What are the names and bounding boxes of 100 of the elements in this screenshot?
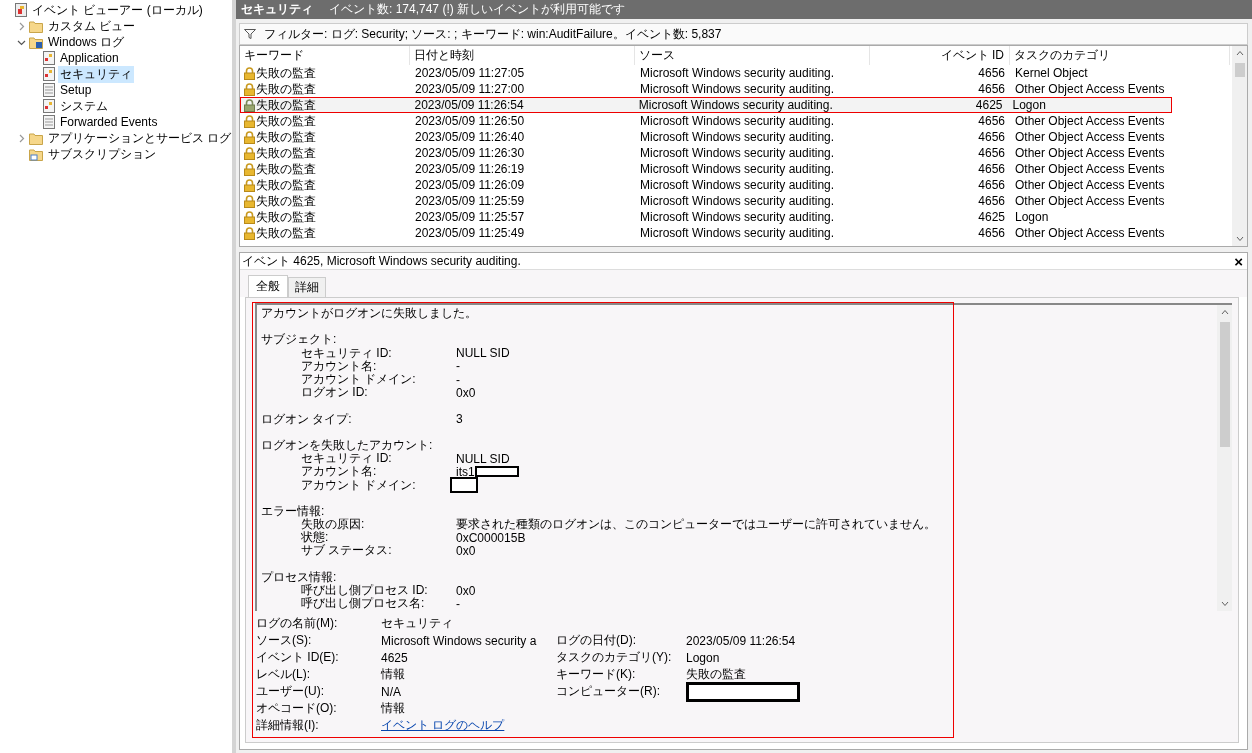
table-cell-text: Other Object Access Events <box>1014 162 1166 176</box>
table-cell-text: Microsoft Windows security auditing. <box>639 66 836 80</box>
table-cell-text: Other Object Access Events <box>1014 114 1166 128</box>
field-label: 呼び出し側プロセス名: <box>301 596 426 611</box>
field-value: 3 <box>456 412 463 427</box>
table-cell-text: Logon <box>1014 210 1050 224</box>
field-value: 0x0 <box>456 543 476 558</box>
table-cell-text: Microsoft Windows security auditing. <box>639 130 836 144</box>
table-cell: 失敗の監査 <box>256 80 316 98</box>
tree-item[interactable]: アプリケーションとサービス ログ <box>46 129 234 147</box>
scroll-down-icon[interactable] <box>1220 601 1229 607</box>
table-cell-text: 4656 <box>977 114 1006 128</box>
property-value: 失敗の監査 <box>686 666 746 683</box>
event-row[interactable]: 失敗の監査 2023/05/09 11:26:54 Microsoft Windows security auditing. 4625 Logon <box>240 97 1172 113</box>
scrollbar[interactable] <box>1217 305 1232 611</box>
table-cell-text: Logon <box>1011 98 1047 112</box>
scroll-thumb[interactable] <box>1234 63 1245 77</box>
tree-item[interactable]: Setup <box>58 83 94 97</box>
table-cell-text: 4656 <box>977 178 1006 192</box>
field-label: サブ ステータス: <box>301 543 393 560</box>
table-cell-text: Other Object Access Events <box>1014 146 1166 160</box>
property-label: オペコード(O): <box>256 700 338 717</box>
section-title: サブジェクト: <box>261 331 338 348</box>
document-icon <box>43 115 55 129</box>
close-button[interactable]: × <box>1230 254 1247 268</box>
property-label: レベル(L): <box>256 666 311 683</box>
table-cell-text: 4656 <box>977 194 1006 208</box>
log-file-icon <box>43 67 55 81</box>
table-cell-text: Microsoft Windows security auditing. <box>639 210 836 224</box>
scroll-thumb[interactable] <box>1219 322 1230 447</box>
table-cell-text: Other Object Access Events <box>1014 226 1166 240</box>
table-cell-text: Microsoft Windows security auditing. <box>637 98 834 112</box>
lock-icon <box>244 82 255 96</box>
event-row[interactable]: 失敗の監査 2023/05/09 11:27:00 Microsoft Windows security auditing. 4656 Other Object Access Events <box>240 81 1232 97</box>
table-cell-text: 2023/05/09 11:26:50 <box>414 114 526 128</box>
scroll-down-icon[interactable] <box>1235 236 1244 242</box>
section-title: ログオン タイプ: <box>261 410 353 428</box>
lock-icon <box>244 226 255 240</box>
column-header[interactable]: イベント ID <box>870 46 1010 65</box>
tree-item[interactable]: Forwarded Events <box>58 115 160 129</box>
scroll-up-icon[interactable] <box>1220 309 1229 315</box>
event-row[interactable]: 失敗の監査 2023/05/09 11:26:09 Microsoft Windows security auditing. 4656 Other Object Access Events <box>240 177 1232 193</box>
table-cell: 失敗の監査 <box>256 224 316 242</box>
table-cell-text: 2023/05/09 11:26:30 <box>414 146 526 160</box>
property-label: ユーザー(U): <box>256 683 325 700</box>
tab[interactable]: 全般 <box>248 275 288 297</box>
field-label: アカウント名: <box>301 358 378 374</box>
tree-item[interactable]: Windows ログ <box>46 33 126 51</box>
event-row[interactable]: 失敗の監査 2023/05/09 11:26:19 Microsoft Windows security auditing. 4656 Other Object Access Events <box>240 161 1232 177</box>
table-cell-text: Microsoft Windows security auditing. <box>639 194 836 208</box>
field-value: - <box>456 596 460 611</box>
property-value: N/A <box>381 684 401 699</box>
tree-item[interactable]: セキュリティ <box>58 65 134 83</box>
event-row[interactable]: 失敗の監査 2023/05/09 11:25:59 Microsoft Windows security auditing. 4656 Other Object Access Events <box>240 193 1232 209</box>
property-label: ログの日付(D): <box>556 632 637 649</box>
pane-title: セキュリティ <box>241 1 313 18</box>
tree-item[interactable]: カスタム ビュー <box>46 17 138 35</box>
scroll-up-icon[interactable] <box>1235 50 1244 56</box>
property-value: セキュリティ <box>381 615 453 632</box>
tree-item[interactable]: Application <box>58 51 121 65</box>
scrollbar[interactable] <box>1232 46 1247 246</box>
column-header[interactable]: ソース <box>635 46 870 65</box>
column-header[interactable]: 日付と時刻 <box>410 46 635 65</box>
event-row[interactable]: 失敗の監査 2023/05/09 11:25:57 Microsoft Windows security auditing. 4625 Logon <box>240 209 1232 225</box>
column-header[interactable]: キーワード <box>240 46 410 65</box>
table-cell-text: 2023/05/09 11:27:05 <box>414 66 526 80</box>
table-cell-text: 4625 <box>977 210 1006 224</box>
tree-item[interactable]: イベント ビューアー (ローカル) <box>30 1 205 19</box>
table-cell-text: 2023/05/09 11:25:57 <box>414 210 526 224</box>
property-value: 情報 <box>381 700 405 717</box>
table-cell-text: Microsoft Windows security auditing. <box>639 162 836 176</box>
property-label: タスクのカテゴリ(Y): <box>556 649 673 666</box>
event-row[interactable]: 失敗の監査 2023/05/09 11:26:30 Microsoft Windows security auditing. 4656 Other Object Access Events <box>240 145 1232 161</box>
table-cell-text: Other Object Access Events <box>1014 82 1166 96</box>
event-row[interactable]: 失敗の監査 2023/05/09 11:26:40 Microsoft Windows security auditing. 4656 Other Object Access Events <box>240 129 1232 145</box>
filter-icon <box>244 29 256 39</box>
event-row[interactable]: 失敗の監査 2023/05/09 11:25:49 Microsoft Windows security auditing. 4656 Other Object Access Events <box>240 225 1232 241</box>
lock-icon <box>244 178 255 192</box>
field-value: 0x0 <box>456 583 476 598</box>
event-row[interactable]: 失敗の監査 2023/05/09 11:27:05 Microsoft Windows security auditing. 4656 Kernel Object <box>240 65 1232 81</box>
field-value: its1 <box>456 464 475 479</box>
table-cell-text: Other Object Access Events <box>1014 178 1166 192</box>
table-cell: 失敗の監査 <box>256 128 316 146</box>
event-row[interactable]: 失敗の監査 2023/05/09 11:26:50 Microsoft Windows security auditing. 4656 Other Object Access Events <box>240 113 1232 129</box>
column-header[interactable]: タスクのカテゴリ <box>1010 46 1230 65</box>
tree-item[interactable]: サブスクリプション <box>46 145 158 163</box>
table-cell: 失敗の監査 <box>256 64 316 82</box>
field-label: セキュリティ ID: <box>301 345 393 360</box>
property-label: ログの名前(M): <box>256 615 339 632</box>
help-link[interactable]: イベント ログのヘルプ <box>381 717 505 734</box>
detail-title: イベント 4625, Microsoft Windows security auditing. <box>242 252 521 270</box>
table-cell-text: Other Object Access Events <box>1014 130 1166 144</box>
tab[interactable]: 詳細 <box>288 277 326 297</box>
table-cell: 失敗の監査 <box>256 112 316 130</box>
property-label: ソース(S): <box>256 632 313 649</box>
tree-item[interactable]: システム <box>58 97 110 115</box>
lock-icon <box>244 114 255 128</box>
message-text: アカウントがログオンに失敗しました。 <box>261 307 478 321</box>
folder-icon <box>29 131 43 145</box>
log-file-icon <box>43 99 55 113</box>
